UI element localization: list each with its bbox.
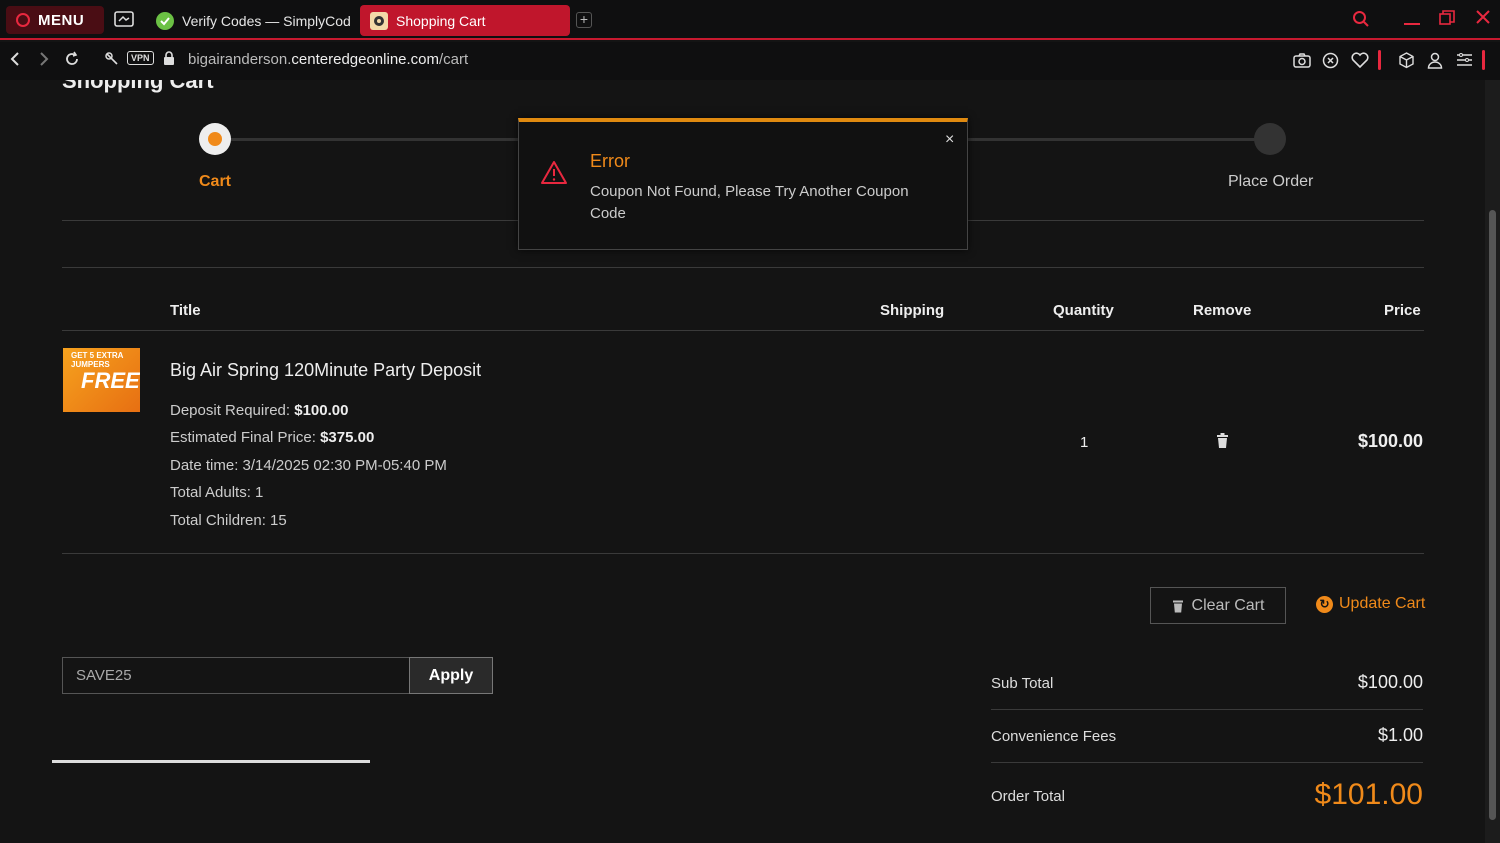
estimated-value: $375.00 bbox=[320, 429, 375, 446]
tab-verify-codes[interactable]: Verify Codes — SimplyCodes bbox=[146, 5, 350, 36]
site-settings-icon[interactable] bbox=[104, 51, 120, 72]
deposit-required: Deposit Required: $100.00 bbox=[170, 402, 348, 419]
item-quantity[interactable]: 1 bbox=[1080, 434, 1088, 451]
order-total-value: $101.00 bbox=[1314, 778, 1423, 811]
url-field[interactable]: bigairanderson.centeredgeonline.com/cart bbox=[188, 51, 468, 68]
sidebar-indicator-right bbox=[1482, 50, 1485, 70]
header-price: Price bbox=[1384, 302, 1421, 319]
vpn-badge[interactable]: VPN bbox=[127, 51, 154, 65]
reload-icon[interactable] bbox=[64, 51, 80, 72]
step-cart-dot bbox=[199, 123, 231, 155]
divider bbox=[62, 330, 1424, 331]
page-title: Shopping Cart bbox=[62, 80, 214, 93]
lock-icon[interactable] bbox=[163, 51, 175, 71]
total-children: Total Children: 15 bbox=[170, 512, 287, 529]
fees-label: Convenience Fees bbox=[991, 728, 1117, 745]
browser-menu-button[interactable]: MENU bbox=[6, 6, 104, 34]
header-shipping: Shipping bbox=[880, 302, 945, 319]
date-time: Date time: 3/14/2025 02:30 PM-05:40 PM bbox=[170, 457, 447, 474]
sidebar-indicator bbox=[1378, 50, 1381, 70]
camera-icon[interactable] bbox=[1293, 52, 1311, 72]
update-cart-button[interactable]: ↻ Update Cart bbox=[1316, 595, 1425, 613]
bigair-favicon-icon bbox=[370, 11, 388, 30]
divider bbox=[62, 553, 1424, 554]
apply-coupon-button[interactable]: Apply bbox=[409, 657, 493, 694]
menu-label: MENU bbox=[38, 11, 85, 29]
new-tab-button[interactable]: + bbox=[576, 12, 592, 28]
header-quantity: Quantity bbox=[1053, 302, 1114, 319]
tab-title: Shopping Cart bbox=[396, 12, 486, 29]
deposit-label: Deposit Required: bbox=[170, 402, 295, 419]
bottom-indicator bbox=[52, 760, 370, 763]
profile-icon[interactable] bbox=[1427, 52, 1443, 73]
error-dialog: Error Coupon Not Found, Please Try Anoth… bbox=[518, 118, 968, 250]
item-price: $100.00 bbox=[1358, 431, 1424, 451]
heart-icon[interactable] bbox=[1351, 52, 1369, 72]
url-prefix: bigairanderson. bbox=[188, 51, 292, 68]
product-image-headline: FREE bbox=[81, 368, 140, 393]
estimated-price: Estimated Final Price: $375.00 bbox=[170, 429, 374, 446]
total-adults: Total Adults: 1 bbox=[170, 484, 264, 501]
clear-cart-button[interactable]: Clear Cart bbox=[1150, 587, 1286, 624]
simplycodes-favicon-icon bbox=[156, 11, 174, 30]
step-cart-label: Cart bbox=[199, 173, 232, 190]
search-tabs-icon[interactable] bbox=[1352, 10, 1370, 33]
tab-island-icon[interactable] bbox=[114, 10, 134, 28]
refresh-icon: ↻ bbox=[1316, 595, 1333, 613]
minimize-icon[interactable] bbox=[1403, 10, 1421, 33]
divider bbox=[62, 267, 1424, 268]
tab-title: Verify Codes — SimplyCodes bbox=[182, 12, 350, 29]
tab-shopping-cart[interactable]: Shopping Cart bbox=[360, 5, 570, 36]
estimated-label: Estimated Final Price: bbox=[170, 429, 321, 446]
update-cart-label: Update Cart bbox=[1339, 595, 1426, 612]
step-place-order-label: Place Order bbox=[1228, 173, 1314, 190]
subtotal-label: Sub Total bbox=[991, 675, 1054, 692]
browser-tab-bar: MENU Verify Codes — SimplyCodes Shopping… bbox=[0, 0, 1500, 40]
adblock-icon[interactable] bbox=[1322, 52, 1339, 73]
page-scrollbar[interactable] bbox=[1485, 80, 1500, 843]
divider bbox=[991, 709, 1423, 710]
order-total-label: Order Total bbox=[991, 788, 1065, 805]
coupon-input[interactable] bbox=[62, 657, 410, 694]
clear-cart-label: Clear Cart bbox=[1191, 596, 1265, 614]
easy-setup-icon[interactable] bbox=[1456, 52, 1473, 72]
product-name[interactable]: Big Air Spring 120Minute Party Deposit bbox=[170, 360, 481, 381]
divider bbox=[991, 762, 1423, 763]
url-domain: centeredgeonline.com bbox=[291, 51, 440, 68]
product-image-caption: GET 5 EXTRA JUMPERS bbox=[71, 351, 124, 369]
close-window-icon[interactable] bbox=[1475, 9, 1491, 30]
fees-value: $1.00 bbox=[1377, 725, 1423, 745]
product-image[interactable]: GET 5 EXTRA JUMPERS FREE bbox=[63, 348, 140, 412]
restore-icon[interactable] bbox=[1439, 10, 1455, 31]
warning-icon bbox=[540, 160, 568, 190]
header-remove: Remove bbox=[1193, 302, 1252, 319]
subtotal-value: $100.00 bbox=[1357, 672, 1423, 692]
back-icon[interactable] bbox=[8, 51, 22, 72]
close-dialog-button[interactable]: × bbox=[945, 131, 954, 149]
error-title: Error bbox=[590, 151, 630, 171]
url-path: /cart bbox=[439, 51, 469, 68]
extensions-icon[interactable] bbox=[1398, 52, 1415, 73]
header-title: Title bbox=[170, 302, 201, 319]
error-message: Coupon Not Found, Please Try Another Cou… bbox=[590, 183, 909, 222]
remove-item-trash-icon[interactable] bbox=[1216, 433, 1229, 454]
step-place-order-dot bbox=[1254, 123, 1286, 155]
deposit-value: $100.00 bbox=[294, 402, 349, 419]
trash-icon bbox=[1172, 600, 1183, 612]
scrollbar-thumb[interactable] bbox=[1489, 210, 1496, 820]
opera-logo-icon bbox=[16, 13, 30, 27]
forward-icon[interactable] bbox=[37, 51, 51, 72]
